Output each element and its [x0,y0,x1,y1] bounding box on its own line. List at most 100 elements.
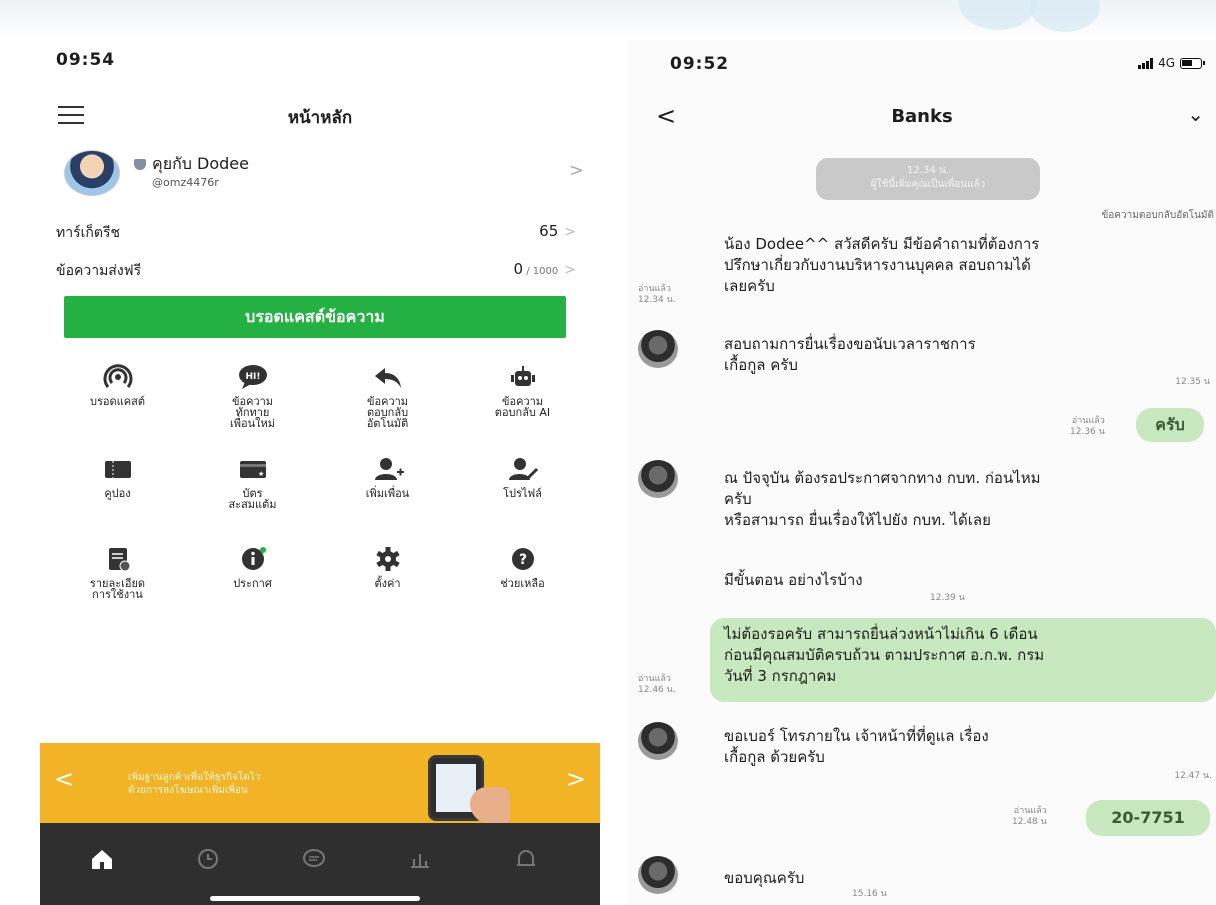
hand-illustration [470,787,510,823]
ad-banner[interactable]: < เพิ่มฐานลูกค้าเพื่อให้ธุรกิจโตไว ด้วยก… [40,743,600,823]
menu-item-profile[interactable]: โปรไฟล์ [455,456,590,499]
menu-item-usage[interactable]: รายละเอียด การใช้งาน [50,546,185,600]
message-outgoing: น้อง Dodee^^ สวัสดีครับ มีข้อคำถามที่ต้อ… [724,235,1040,295]
svg-text:★: ★ [258,470,264,478]
menu-item-label: โปรไฟล์ [503,487,542,500]
bottom-tab-bar [40,823,600,905]
menu-item-label: ข้อความ ทักทาย เพื่อนใหม่ [229,395,275,430]
insight-icon[interactable] [406,845,434,873]
chat-screen: 09:52 4G < Banks ⌄ 12.34 น. ผู้ใช้นี้เพิ… [628,40,1216,905]
greeting-chat-icon: HI! [238,365,267,389]
banner-line-1: เพิ่มฐานลูกค้าเพื่อให้ธุรกิจโตไว [128,772,261,783]
usage-report-icon [108,548,130,572]
message-time: 12.47 น. [1174,771,1212,781]
menu-item-coupon[interactable]: คูปอง [50,456,185,499]
info-icon [241,547,266,570]
add-friend-icon [374,458,404,480]
menu-item-label: รายละเอียด การใช้งาน [89,577,146,601]
menu-item-greeting[interactable]: HI! ข้อความ ทักทาย เพื่อนใหม่ [185,364,320,429]
avatar[interactable] [638,722,678,760]
read-receipt: อ่านแล้ว 12.46 น. [638,674,676,695]
free-messages-label: ข้อความส่งฟรี [56,263,142,279]
menu-item-broadcast[interactable]: บรอดแคสต์ [50,364,185,407]
bell-icon[interactable] [512,845,540,873]
target-reach-value: 65 [539,222,559,240]
banner-line-2: ด้วยการลงโฆษณาเพิ่มเพื่อน [128,785,248,796]
chevron-right-icon[interactable]: > [566,765,586,793]
menu-item-label: เพิ่มเพื่อน [365,487,410,500]
menu-item-label: คูปอง [104,487,131,500]
message-incoming: มีขั้นตอน อย่างไรบ้าง [724,571,863,589]
message-time: 12.39 น [930,593,965,603]
chat-header: < Banks ⌄ [628,102,1216,134]
target-reach-label: ทาร์เก็ตรีช [56,225,120,241]
account-profile[interactable]: คุยกับ Dodee @omz4476r > [64,150,584,200]
chat-icon[interactable] [300,845,328,873]
menu-item-label: ประกาศ [233,577,272,590]
message-outgoing: ไม่ต้องรอครับ สามารถยื่นล่วงหน้าไม่เกิน … [724,625,1045,685]
free-messages-row[interactable]: ข้อความส่งฟรี 0 / 1000 > [56,260,576,284]
menu-item-label: บัตร สะสมแต้ม [228,487,277,511]
header: หน้าหลัก [40,98,600,134]
avatar [64,150,120,196]
status-bar: 09:52 4G [670,54,1205,74]
broadcast-icon [103,364,132,388]
read-receipt: อ่านแล้ว 12.48 น [1012,806,1047,827]
status-time: 09:54 [56,50,116,70]
avatar[interactable] [638,460,678,498]
menu-item-auto-reply[interactable]: ข้อความ ตอบกลับ อัตโนมัติ [320,364,455,429]
home-indicator [210,896,420,901]
menu-item-settings[interactable]: ตั้งค่า [320,546,455,589]
help-icon: ? [511,548,534,570]
robot-icon [510,366,535,386]
menu-item-label: ข้อความ ตอบกลับ AI [494,395,551,419]
chevron-right-icon: > [564,262,576,278]
avatar[interactable] [638,856,678,894]
broadcast-button[interactable]: บรอดแคสต์ข้อความ [64,296,566,338]
chevron-right-icon: > [568,160,584,181]
coupon-icon [104,461,131,478]
history-icon[interactable] [194,845,222,873]
network-label: 4G [1158,56,1175,70]
avatar[interactable] [638,330,678,368]
system-text: ผู้ใช้นี้เพิ่มคุณเป็นเพื่อนแล้ว [870,179,986,190]
message-outgoing: ครับ [1136,408,1204,442]
status-time: 09:52 [670,54,730,74]
signal-icon [1138,57,1154,69]
menu-item-add-friend[interactable]: เพิ่มเพื่อน [320,456,455,499]
home-icon[interactable] [88,845,116,873]
menu-item-ai-reply[interactable]: ข้อความ ตอบกลับ AI [455,364,590,418]
menu-item-help[interactable]: ? ช่วยเหลือ [455,546,590,589]
target-reach-row[interactable]: ทาร์เก็ตรีช 65 > [56,222,576,246]
menu-item-label: บรอดแคสต์ [90,395,145,408]
chevron-right-icon: > [564,224,576,240]
read-receipt: อ่านแล้ว 12.34 น. [638,284,676,305]
message-outgoing: 20-7751 [1086,800,1210,836]
menu-item-label: ตั้งค่า [374,577,401,590]
svg-text:HI!: HI! [245,372,260,382]
message-time: 15.16 น [852,889,887,899]
chevron-down-icon[interactable]: ⌄ [1187,102,1204,126]
profile-edit-icon [508,458,538,480]
shield-icon [134,159,146,170]
page-title: หน้าหลัก [287,108,353,128]
free-messages-value: 0 [513,260,524,278]
account-id: @omz4476r [152,176,219,189]
system-time: 12.34 น. [907,165,949,176]
chevron-left-icon[interactable]: < [54,765,74,793]
reply-arrow-icon [374,368,401,388]
menu-item-label: ช่วยเหลือ [500,577,545,590]
message-incoming: ขอบคุณครับ [724,869,805,887]
auto-reply-tag: ข้อความตอบกลับอัตโนมัติ [1101,210,1214,221]
reward-card-icon: ★ [239,461,266,478]
menu-item-reward-card[interactable]: ★ บัตร สะสมแต้ม [185,456,320,510]
gear-icon [375,547,400,571]
read-receipt: อ่านแล้ว 12.36 น [1070,416,1105,437]
chat-title: Banks [891,106,953,127]
message-incoming: ณ ปัจจุบัน ต้องรอประกาศจากทาง กบท. ก่อนไ… [724,469,1041,529]
menu-item-announcement[interactable]: ประกาศ [185,546,320,589]
message-incoming: สอบถามการยื่นเรื่องขอนับเวลาราชการ เกื้อ… [724,335,976,374]
message-incoming: ขอเบอร์ โทรภายใน เจ้าหน้าที่ที่ดูแล เรื่… [724,727,989,766]
battery-icon [1180,57,1205,69]
account-name: คุยกับ Dodee [152,154,249,173]
